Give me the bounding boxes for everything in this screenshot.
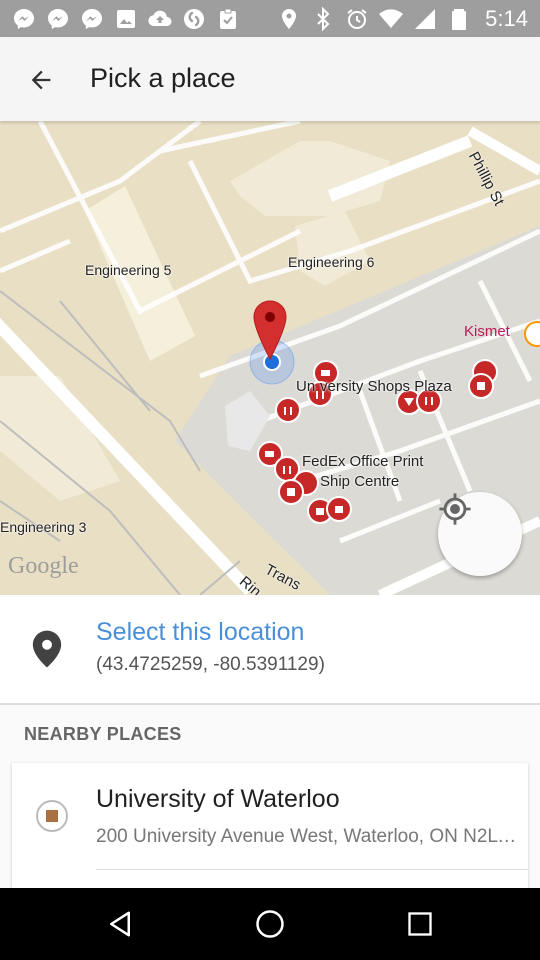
map-label-engineering3: Engineering 3	[0, 519, 87, 535]
status-bar: 5:14	[0, 0, 540, 37]
triangle-back-icon	[110, 911, 130, 937]
nearby-place-item[interactable]: University of Waterloo 200 University Av…	[12, 763, 528, 889]
app-bar: Pick a place	[0, 37, 540, 121]
cloud-upload-icon	[148, 10, 172, 27]
square-recents-icon	[408, 912, 432, 936]
select-location-row[interactable]: Select this location (43.4725259, -80.53…	[0, 595, 540, 703]
nearby-places-header: NEARBY PLACES	[24, 724, 182, 744]
page-title: Pick a place	[90, 63, 236, 93]
messenger-icon	[48, 9, 68, 29]
navigation-bar	[0, 888, 540, 960]
map-label-engineering5: Engineering 5	[85, 262, 172, 278]
bluetooth-icon	[317, 7, 330, 31]
crosshair-icon	[439, 493, 471, 525]
wifi-icon	[379, 9, 404, 28]
location-icon	[282, 9, 297, 29]
signal-icon	[415, 9, 436, 29]
place-category-icon	[36, 800, 68, 832]
map-label-fedex-line1: FedEx Office Print	[302, 453, 424, 470]
clipboard-check-icon	[220, 8, 236, 29]
back-button[interactable]	[20, 59, 62, 101]
place-name: University of Waterloo	[96, 785, 340, 813]
alarm-icon	[347, 9, 367, 29]
coordinates-text: (43.4725259, -80.5391129)	[96, 654, 325, 675]
my-location-button[interactable]	[438, 492, 522, 576]
recents-nav-button[interactable]	[400, 904, 440, 944]
divider	[96, 869, 528, 870]
messenger-icon	[14, 9, 34, 29]
place-pin-icon	[32, 630, 62, 668]
arrow-back-icon	[31, 70, 51, 90]
image-icon	[117, 10, 135, 28]
back-nav-button[interactable]	[100, 904, 140, 944]
map-label-university-shops-plaza: versity Shops Plaza	[320, 378, 452, 395]
map-label-engineering6: Engineering 6	[288, 254, 375, 270]
home-nav-button[interactable]	[250, 904, 290, 944]
select-location-label: Select this location	[96, 618, 305, 646]
google-logo: Google	[8, 553, 79, 579]
messenger-icon	[82, 9, 102, 29]
divider	[0, 703, 540, 705]
map-label-fedex-line2: Ship Centre	[320, 473, 400, 490]
circle-home-icon	[256, 910, 284, 938]
shazam-icon	[184, 9, 204, 29]
place-address: 200 University Avenue West, Waterloo, ON…	[96, 826, 520, 847]
map-label-kismet: Kismet	[464, 323, 510, 340]
clock: 5:14	[485, 6, 528, 31]
map-view[interactable]: Engineering 5 Engineering 6 Engineering …	[0, 121, 540, 595]
battery-icon	[452, 9, 467, 30]
map-pin-icon[interactable]	[252, 299, 288, 363]
